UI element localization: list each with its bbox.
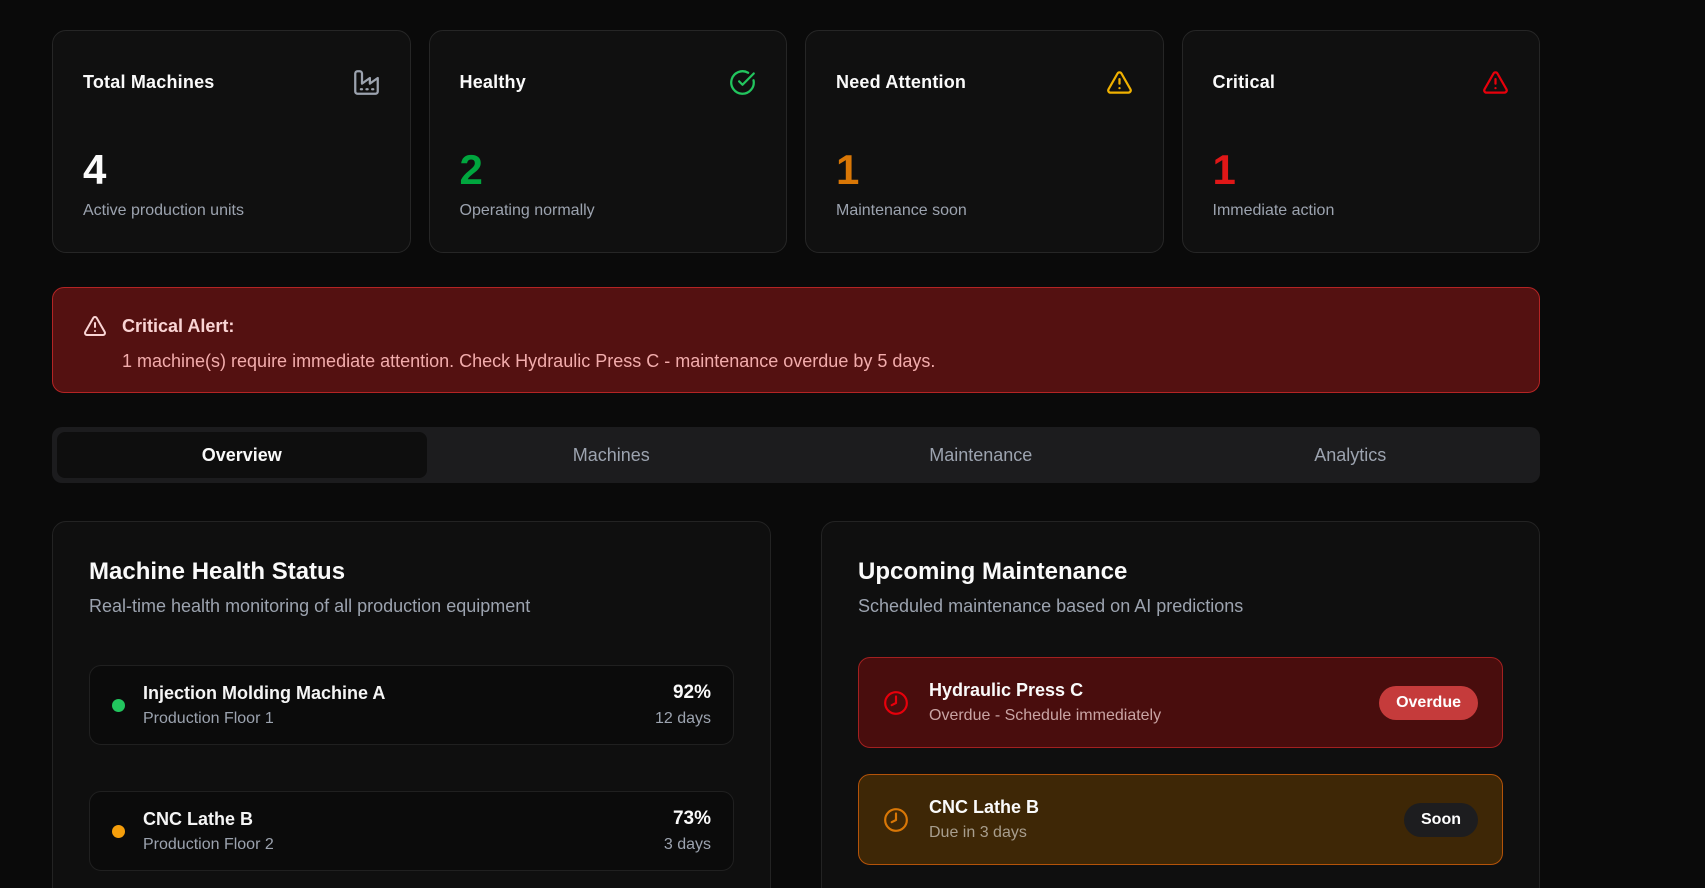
- alert-triangle-icon: [1106, 69, 1133, 96]
- machine-health-panel: Machine Health Status Real-time health m…: [52, 521, 771, 888]
- status-dot-warning: [112, 825, 125, 838]
- stat-card-description: Active production units: [83, 202, 380, 220]
- status-badge: Overdue: [1379, 686, 1478, 720]
- alert-triangle-icon: [83, 314, 107, 338]
- maintenance-item-soon[interactable]: CNC Lathe B Due in 3 days Soon: [858, 774, 1503, 865]
- maintenance-item-overdue[interactable]: Hydraulic Press C Overdue - Schedule imm…: [858, 657, 1503, 748]
- machine-name: CNC Lathe B: [143, 809, 664, 830]
- maintenance-machine-name: Hydraulic Press C: [929, 680, 1379, 701]
- factory-icon: [353, 69, 380, 96]
- panels-row: Machine Health Status Real-time health m…: [52, 521, 1540, 888]
- machine-name: Injection Molding Machine A: [143, 683, 655, 704]
- upcoming-maintenance-panel: Upcoming Maintenance Scheduled maintenan…: [821, 521, 1540, 888]
- machine-health-percent: 73%: [664, 808, 711, 830]
- stat-card-title: Need Attention: [836, 72, 966, 93]
- panel-title: Machine Health Status: [89, 558, 734, 586]
- stat-card-healthy: Healthy 2 Operating normally: [429, 30, 788, 253]
- maintenance-detail: Due in 3 days: [929, 824, 1404, 842]
- stat-card-value: 2: [460, 148, 757, 192]
- clock-icon: [883, 807, 909, 833]
- stat-card-critical: Critical 1 Immediate action: [1182, 30, 1541, 253]
- stat-card-description: Immediate action: [1213, 202, 1510, 220]
- status-badge: Soon: [1404, 803, 1478, 837]
- dashboard: Total Machines 4 Active production units…: [52, 0, 1540, 888]
- machine-health-row[interactable]: Injection Molding Machine A Production F…: [89, 665, 734, 745]
- stat-card-description: Operating normally: [460, 202, 757, 220]
- stat-card-value: 1: [1213, 148, 1510, 192]
- alert-triangle-icon: [1482, 69, 1509, 96]
- clock-icon: [883, 690, 909, 716]
- check-circle-icon: [729, 69, 756, 96]
- tab-overview[interactable]: Overview: [57, 432, 427, 478]
- maintenance-detail: Overdue - Schedule immediately: [929, 707, 1379, 725]
- machine-days: 3 days: [664, 836, 711, 854]
- alert-message: 1 machine(s) require immediate attention…: [122, 351, 1509, 372]
- panel-subtitle: Scheduled maintenance based on AI predic…: [858, 596, 1503, 617]
- machine-location: Production Floor 1: [143, 710, 655, 728]
- stat-card-title: Total Machines: [83, 72, 215, 93]
- panel-subtitle: Real-time health monitoring of all produ…: [89, 596, 734, 617]
- stat-card-need-attention: Need Attention 1 Maintenance soon: [805, 30, 1164, 253]
- stat-card-title: Critical: [1213, 72, 1276, 93]
- machine-health-row[interactable]: CNC Lathe B Production Floor 2 73% 3 day…: [89, 791, 734, 871]
- machine-location: Production Floor 2: [143, 836, 664, 854]
- tab-bar: Overview Machines Maintenance Analytics: [52, 427, 1540, 483]
- panel-title: Upcoming Maintenance: [858, 558, 1503, 586]
- critical-alert-banner: Critical Alert: 1 machine(s) require imm…: [52, 287, 1540, 393]
- stat-card-description: Maintenance soon: [836, 202, 1133, 220]
- tab-maintenance[interactable]: Maintenance: [796, 432, 1166, 478]
- alert-title: Critical Alert:: [122, 316, 234, 337]
- machine-days: 12 days: [655, 710, 711, 728]
- stat-card-value: 4: [83, 148, 380, 192]
- status-dot-healthy: [112, 699, 125, 712]
- stat-card-total-machines: Total Machines 4 Active production units: [52, 30, 411, 253]
- machine-health-percent: 92%: [655, 682, 711, 704]
- stat-cards-row: Total Machines 4 Active production units…: [52, 30, 1540, 253]
- stat-card-value: 1: [836, 148, 1133, 192]
- tab-machines[interactable]: Machines: [427, 432, 797, 478]
- tab-analytics[interactable]: Analytics: [1166, 432, 1536, 478]
- stat-card-title: Healthy: [460, 72, 526, 93]
- maintenance-machine-name: CNC Lathe B: [929, 797, 1404, 818]
